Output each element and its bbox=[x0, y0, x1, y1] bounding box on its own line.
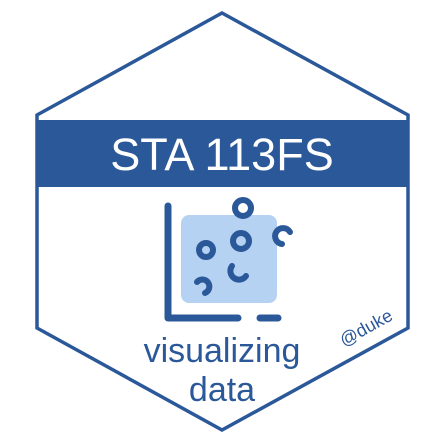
scatter-plot-icon bbox=[164, 197, 293, 322]
plot-panel bbox=[181, 215, 277, 303]
banner-title: STA 113FS bbox=[110, 129, 333, 180]
subtitle-line-1: visualizing bbox=[144, 332, 301, 370]
subtitle-line-2: data bbox=[189, 371, 255, 409]
hex-sticker: STA 113FS visualizing data @duke bbox=[35, 11, 410, 432]
